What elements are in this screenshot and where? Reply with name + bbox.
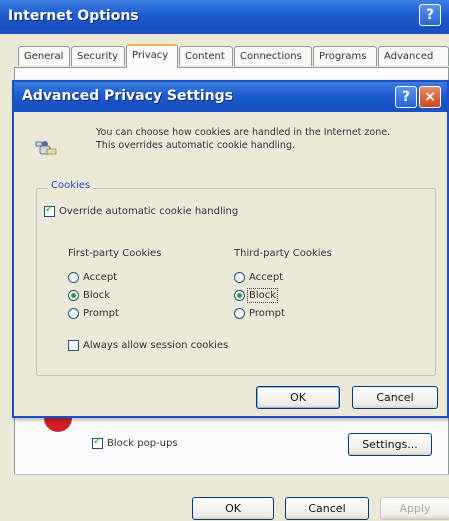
session-cookies-row[interactable]: Always allow session cookies	[68, 340, 228, 351]
modal-cancel-button[interactable]: Cancel	[352, 386, 438, 409]
third-party-block-radio[interactable]	[234, 290, 245, 301]
modal-ok-button[interactable]: OK	[256, 386, 340, 409]
popup-settings-button[interactable]: Settings...	[348, 433, 432, 456]
first-party-accept-radio[interactable]	[68, 272, 79, 283]
first-party-accept[interactable]: Accept	[68, 272, 117, 283]
tab-connections[interactable]: Connections	[234, 46, 312, 66]
modal-help-button[interactable]: ?	[395, 86, 417, 108]
outer-ok-button[interactable]: OK	[192, 497, 274, 520]
third-party-block-label: Block	[246, 288, 279, 303]
third-party-prompt-radio[interactable]	[234, 308, 245, 319]
tab-programs[interactable]: Programs	[313, 46, 377, 66]
block-popups-row[interactable]: Block pop-ups	[92, 436, 178, 449]
first-party-block[interactable]: Block	[68, 290, 110, 301]
divider	[14, 474, 449, 475]
tab-privacy[interactable]: Privacy	[126, 44, 178, 68]
third-party-accept-label: Accept	[249, 272, 284, 283]
outer-cancel-button[interactable]: Cancel	[285, 497, 369, 520]
third-party-heading: Third-party Cookies	[234, 248, 332, 259]
modal-close-button[interactable]: ×	[419, 86, 441, 108]
outer-help-button[interactable]: ?	[419, 4, 441, 26]
third-party-accept[interactable]: Accept	[234, 272, 283, 283]
first-party-block-radio[interactable]	[68, 290, 79, 301]
third-party-accept-radio[interactable]	[234, 272, 245, 283]
first-party-heading: First-party Cookies	[68, 248, 162, 259]
third-party-prompt-label: Prompt	[249, 308, 285, 319]
block-popups-label: Block pop-ups	[107, 438, 178, 449]
override-checkbox[interactable]	[44, 204, 55, 217]
tab-general[interactable]: General	[18, 46, 70, 66]
third-party-prompt[interactable]: Prompt	[234, 308, 285, 319]
override-label: Override automatic cookie handling	[59, 206, 239, 217]
tab-advanced[interactable]: Advanced	[378, 46, 449, 66]
first-party-prompt-label: Prompt	[83, 308, 119, 319]
outer-title-bar[interactable]: Internet Options ?	[0, 0, 449, 34]
modal-title-bar[interactable]: Advanced Privacy Settings ? ×	[14, 82, 447, 112]
tab-strip: General Security Privacy Content Connect…	[18, 44, 449, 68]
tab-security[interactable]: Security	[71, 46, 125, 66]
cookies-legend: Cookies	[48, 180, 94, 191]
modal-title: Advanced Privacy Settings	[22, 88, 234, 104]
outer-title: Internet Options	[8, 8, 139, 24]
advanced-privacy-settings-dialog: Advanced Privacy Settings ? × You can ch…	[12, 80, 449, 418]
first-party-prompt[interactable]: Prompt	[68, 308, 119, 319]
cookie-settings-icon	[35, 141, 57, 155]
first-party-prompt-radio[interactable]	[68, 308, 79, 319]
block-popups-checkbox[interactable]	[92, 436, 103, 449]
session-cookies-label: Always allow session cookies	[83, 340, 229, 351]
info-description: You can choose how cookies are handled i…	[96, 127, 391, 151]
override-row[interactable]: Override automatic cookie handling	[44, 204, 239, 217]
session-cookies-checkbox[interactable]	[68, 340, 79, 351]
apply-button[interactable]: Apply	[380, 497, 449, 520]
first-party-block-label: Block	[83, 290, 111, 301]
tab-content[interactable]: Content	[179, 46, 233, 66]
first-party-accept-label: Accept	[83, 272, 118, 283]
third-party-block[interactable]: Block	[234, 288, 279, 303]
